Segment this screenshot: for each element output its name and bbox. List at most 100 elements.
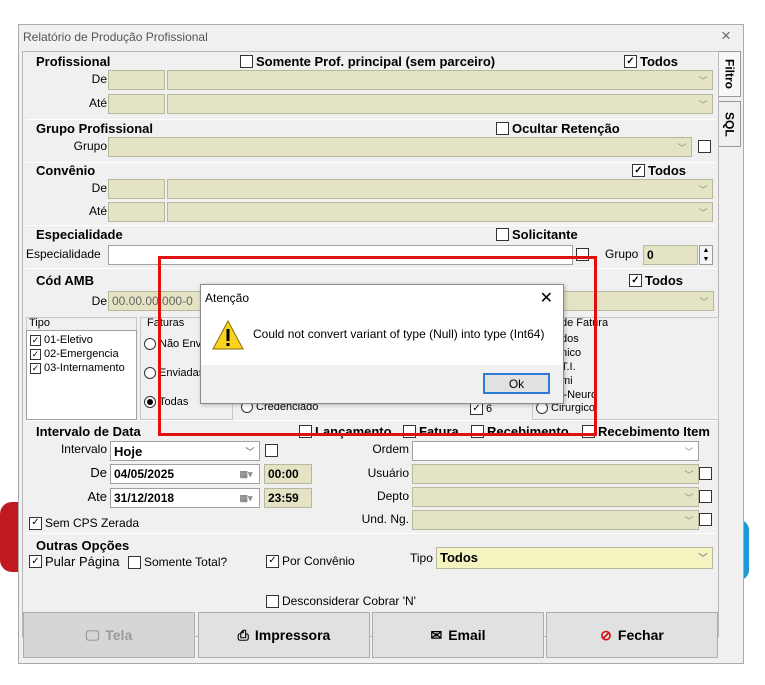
recebimento-item-checkbox[interactable]: Recebimento Item [582,424,710,439]
chevron-down-icon[interactable]: ﹀ [694,548,712,566]
checkbox-box[interactable] [240,55,253,68]
prof-de-combo[interactable]: ﹀ [167,70,713,90]
usuario-combo[interactable]: ﹀ [412,464,699,484]
grupo-spinner[interactable]: ▲ ▼ [699,245,713,265]
convenio-todos-label: Todos [648,163,687,178]
checkbox-box[interactable] [128,555,141,569]
conv-de-combo[interactable]: ﹀ [167,179,713,199]
somente-total-label: Somente Total? [144,555,228,569]
fechar-button[interactable]: ⊘ Fechar [546,612,718,658]
prof-de-code[interactable] [108,70,165,90]
depto-combo[interactable]: ﹀ [412,487,699,507]
conv-ate-code[interactable] [108,202,165,222]
prof-ate-combo[interactable]: ﹀ [167,94,713,114]
especialidade-title: Especialidade [36,227,123,242]
chevron-down-icon[interactable]: ﹀ [694,180,712,198]
tab-sql[interactable]: SQL [719,101,741,147]
convenio-todos-checkbox[interactable]: ✓ Todos [632,163,686,178]
checkbox-box[interactable] [699,467,712,480]
email-button[interactable]: ✉ Email [372,612,544,658]
amb-de-label: De [91,294,107,308]
date-ate-input[interactable]: 31/12/2018 ▦▾ [110,488,260,508]
checkmark-icon[interactable]: ✓ [624,55,637,68]
por-convenio-checkbox[interactable]: ✓ Por Convênio [266,554,355,568]
list-item[interactable]: ✓ 02-Emergencia [30,347,136,361]
checkmark-icon[interactable]: ✓ [629,274,642,287]
solicitante-checkbox[interactable]: Solicitante [496,227,578,242]
grupo-combo[interactable]: ﹀ [108,137,692,157]
chevron-down-icon[interactable]: ﹀ [680,511,698,529]
checkbox-box[interactable] [699,490,712,503]
chevron-down-icon[interactable]: ﹀ [694,203,712,221]
tela-button[interactable]: 🖵 Tela [23,612,195,658]
tipo-item-label: 03-Internamento [44,362,125,374]
chevron-down-icon[interactable]: ﹀ [680,442,698,460]
time-de-input[interactable]: 00:00 [264,464,312,484]
ocultar-retencao-checkbox[interactable]: Ocultar Retenção [496,121,620,136]
chevron-down-icon[interactable]: ﹀ [680,465,698,483]
chevron-down-icon[interactable]: ﹀ [694,95,712,113]
depto-label: Depto [376,489,409,503]
chevron-down-icon[interactable]: ﹀ [241,442,259,460]
spin-up-icon[interactable]: ▲ [703,247,710,254]
checkmark-icon[interactable]: ✓ [30,362,41,374]
depto-checkbox[interactable] [699,490,712,503]
spin-down-icon[interactable]: ▼ [703,256,710,263]
grupo-checkbox[interactable] [698,140,711,153]
checkbox-box[interactable] [265,444,278,457]
checkmark-icon[interactable]: ✓ [29,555,42,568]
somente-total-checkbox[interactable]: Somente Total? [128,555,227,569]
outras-tipo-combo[interactable]: Todos ﹀ [436,547,713,569]
intervalo-checkbox[interactable] [265,444,278,457]
checkbox-box[interactable] [496,122,509,135]
tab-filtro[interactable]: Filtro [719,51,741,97]
outras-tipo-label: Tipo [410,551,433,565]
time-ate-input[interactable]: 23:59 [264,488,312,508]
checkmark-icon[interactable]: ✓ [30,348,41,360]
impressora-button[interactable]: ⎙ Impressora [198,612,370,658]
checkbox-box[interactable] [266,594,279,608]
checkmark-icon[interactable]: ✓ [266,554,279,568]
calendar-icon[interactable]: ▦▾ [233,465,259,483]
intervalo-combo[interactable]: Hoje ﹀ [110,441,260,461]
radio-circle[interactable] [144,396,156,408]
chevron-down-icon[interactable]: ﹀ [694,71,712,89]
conv-ate-combo[interactable]: ﹀ [167,202,713,222]
radio-circle[interactable] [144,367,156,379]
radio-circle[interactable] [144,338,156,350]
somente-principal-checkbox[interactable]: Somente Prof. principal (sem parceiro) [240,54,495,69]
und-ng-combo[interactable]: ﹀ [412,510,699,530]
error-highlight-box [158,256,597,436]
profissional-todos-label: Todos [640,54,679,69]
esp-grupo-input[interactable]: 0 [643,245,698,265]
list-item[interactable]: ✓ 03-Internamento [30,361,136,375]
esp-grupo-label: Grupo [605,247,639,261]
checkmark-icon[interactable]: ✓ [632,164,645,177]
tipo-list[interactable]: ✓ 01-Eletivo ✓ 02-Emergencia ✓ 03-Intername… [26,330,137,420]
sem-cps-checkbox[interactable]: ✓ Sem CPS Zerada [29,516,139,530]
chevron-down-icon[interactable]: ﹀ [673,138,691,156]
tab-filtro-label: Filtro [722,59,737,89]
cod-amb-todos-checkbox[interactable]: ✓ Todos [629,273,683,288]
close-icon[interactable]: × [721,26,731,46]
desconsiderar-checkbox[interactable]: Desconsiderar Cobrar 'N' [266,594,416,608]
checkbox-box[interactable] [699,513,712,526]
prof-ate-label: Até [88,96,107,110]
checkmark-icon[interactable]: ✓ [29,516,42,530]
chevron-down-icon[interactable]: ﹀ [695,292,713,310]
chevron-down-icon[interactable]: ﹀ [680,488,698,506]
ocultar-retencao-label: Ocultar Retenção [512,121,620,136]
checkbox-box[interactable] [496,228,509,241]
date-de-input[interactable]: 04/05/2025 ▦▾ [110,464,260,484]
prof-ate-code[interactable] [108,94,165,114]
checkbox-box[interactable] [698,140,711,153]
list-item[interactable]: ✓ 01-Eletivo [30,333,136,347]
calendar-icon[interactable]: ▦▾ [233,489,259,507]
ordem-combo[interactable]: ﹀ [412,441,699,461]
und-ng-checkbox[interactable] [699,513,712,526]
pular-pagina-checkbox[interactable]: ✓ Pular Página [29,554,119,569]
conv-de-code[interactable] [108,179,165,199]
usuario-checkbox[interactable] [699,467,712,480]
profissional-todos-checkbox[interactable]: ✓ Todos [624,54,678,69]
checkmark-icon[interactable]: ✓ [30,334,41,346]
